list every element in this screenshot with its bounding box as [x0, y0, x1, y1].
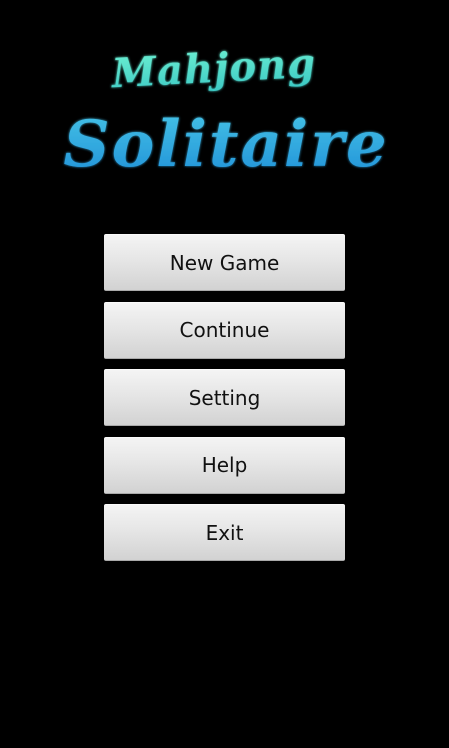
new-game-button[interactable]: New Game: [104, 234, 345, 291]
setting-button[interactable]: Setting: [104, 369, 345, 426]
logo-graphic: Mahjong Solitaire: [63, 40, 388, 182]
logo-title-line1: Mahjong: [109, 40, 318, 98]
main-menu: New Game Continue Setting Help Exit: [104, 234, 345, 572]
continue-button[interactable]: Continue: [104, 301, 345, 359]
logo-title-line2: Solitaire: [63, 107, 388, 182]
game-logo: Mahjong Solitaire: [0, 0, 449, 200]
help-button[interactable]: Help: [104, 436, 345, 494]
exit-button[interactable]: Exit: [104, 504, 345, 561]
